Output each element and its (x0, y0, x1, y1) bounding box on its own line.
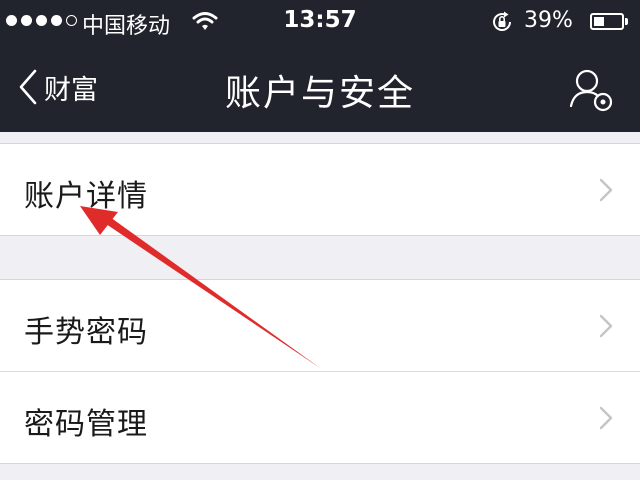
annotation-arrow (80, 206, 320, 368)
